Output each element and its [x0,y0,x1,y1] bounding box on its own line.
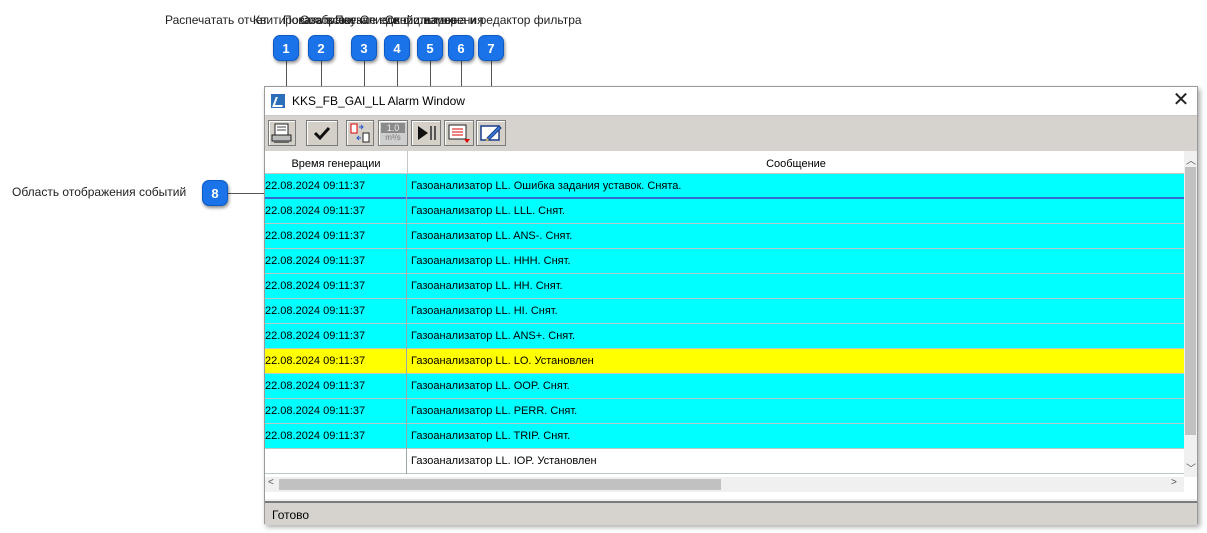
callout-3: 3 [351,35,377,61]
callout-1: 1 [273,35,299,61]
table-row[interactable]: 22.08.2024 09:11:37 Газоанализатор LL. PE… [265,399,1184,424]
vertical-scroll-thumb[interactable] [1185,167,1196,435]
cell-message: Газоанализатор LL. TRIP. Снят. [411,430,571,442]
horizontal-scroll-thumb[interactable] [279,479,721,490]
table-row[interactable]: 22.08.2024 09:11:37 Газоанализатор LL. AN… [265,224,1184,249]
pause-button[interactable] [411,120,441,146]
units-icon: 1.0 m³/s [381,123,405,143]
acknowledge-all-button[interactable] [306,120,338,146]
event-grid: Время генерации ﹀ Сообщение 22.08.2024 0… [265,151,1197,499]
cell-message: Газоанализатор LL. PERR. Снят. [411,405,578,417]
toolbar: 1.0 m³/s [265,115,1197,152]
show-log-button[interactable] [346,120,374,146]
checkmark-icon [313,126,331,141]
cell-time: 22.08.2024 09:11:37 [265,174,407,199]
table-row[interactable]: 22.08.2024 09:11:37 Газоанализатор LL. Ош… [265,174,1184,199]
scroll-up-icon[interactable]: ︿ [1186,152,1196,167]
window-properties-icon [480,125,502,141]
table-row[interactable]: 22.08.2024 09:11:37 Газоанализатор LL. LO… [265,349,1184,374]
cell-time: 22.08.2024 09:11:37 [265,424,407,449]
cell-time: 22.08.2024 09:11:37 [265,374,407,399]
log-icon [350,123,370,143]
table-row[interactable]: 22.08.2024 09:11:37 Газоанализатор LL. LL… [265,199,1184,224]
cell-message: Газоанализатор LL. HHH. Снят. [411,255,571,267]
units-display-button[interactable]: 1.0 m³/s [378,120,408,146]
leader-line-8 [228,193,268,194]
column-header-message[interactable]: Сообщение [408,151,1184,173]
cell-time [265,449,407,474]
cell-message: Газоанализатор LL. Ошибка задания уставо… [411,180,682,192]
status-bar: Готово [265,501,1197,525]
cell-time: 22.08.2024 09:11:37 [265,224,407,249]
cell-message: Газоанализатор LL. ANS-. Снят. [411,230,573,242]
filter-list-icon [448,124,470,143]
table-row[interactable]: 22.08.2024 09:11:37 Газоанализатор LL. HI… [265,299,1184,324]
callout-4: 4 [384,35,410,61]
callout-8: 8 [202,180,228,206]
table-row[interactable]: Газоанализатор LL. IOP. Установлен [265,449,1184,474]
callout-2: 2 [308,35,334,61]
cell-message: Газоанализатор LL. LLL. Снят. [411,205,566,217]
callout-6: 6 [448,35,474,61]
table-row[interactable]: 22.08.2024 09:11:37 Газоанализатор LL. OO… [265,374,1184,399]
window-properties-button[interactable] [476,120,506,146]
print-icon [271,123,292,143]
table-row[interactable]: 22.08.2024 09:11:37 Газоанализатор LL. TR… [265,424,1184,449]
cell-message: Газоанализатор LL. ANS+. Снят. [411,330,576,342]
cell-message: Газоанализатор LL. IOP. Установлен [411,455,597,467]
table-row[interactable]: 22.08.2024 09:11:37 Газоанализатор LL. HH… [265,274,1184,299]
overlapping-captions: Распечатать отчет Квитировать все Показа… [165,13,635,29]
horizontal-scrollbar[interactable]: < > [265,477,1184,492]
scroll-left-icon[interactable]: < [268,477,274,488]
scroll-right-icon[interactable]: > [1171,477,1177,488]
sort-indicator: ﹀ [327,151,343,153]
grid-header: Время генерации ﹀ Сообщение [265,151,1184,174]
cell-time: 22.08.2024 09:11:37 [265,324,407,349]
grid-rows: 22.08.2024 09:11:37 Газоанализатор LL. Ош… [265,174,1184,474]
filter-list-button[interactable] [444,120,474,146]
print-button[interactable] [268,120,296,146]
caption-props: Свойства окна и редактор фильтра [385,13,582,27]
cell-time: 22.08.2024 09:11:37 [265,249,407,274]
cell-message: Газоанализатор LL. HH. Снят. [411,280,563,292]
cell-time: 22.08.2024 09:11:37 [265,399,407,424]
vertical-scrollbar[interactable]: ︿ ﹀ [1184,151,1197,477]
window-title: KKS_FB_GAI_LL Alarm Window [292,94,465,108]
cell-message: Газоанализатор LL. HI. Снят. [411,305,558,317]
units-value: 1.0 [381,123,405,133]
alarm-window: KKS_FB_GAI_LL Alarm Window ✕ 1.0 m³/s Вр… [264,86,1198,525]
cell-time: 22.08.2024 09:11:37 [265,299,407,324]
scroll-down-icon[interactable]: ﹀ [1186,460,1196,475]
callout-5: 5 [417,35,443,61]
cell-message: Газоанализатор LL. OOP. Снят. [411,380,570,392]
table-row[interactable]: 22.08.2024 09:11:37 Газоанализатор LL. HH… [265,249,1184,274]
cell-time: 22.08.2024 09:11:37 [265,349,407,374]
table-row[interactable]: 22.08.2024 09:11:37 Газоанализатор LL. AN… [265,324,1184,349]
column-header-time[interactable]: Время генерации [265,151,408,173]
status-text: Готово [272,508,310,522]
callout-7: 7 [478,35,504,61]
event-area-label: Область отображения событий [12,185,187,199]
close-button[interactable]: ✕ [1167,89,1195,113]
cell-time: 22.08.2024 09:11:37 [265,199,407,224]
cell-message: Газоанализатор LL. LO. Установлен [411,355,594,367]
title-bar[interactable]: KKS_FB_GAI_LL Alarm Window ✕ [265,87,1197,115]
cell-time: 22.08.2024 09:11:37 [265,274,407,299]
units-unit: m³/s [385,133,401,142]
app-icon [271,94,285,108]
pause-icon [418,126,436,140]
